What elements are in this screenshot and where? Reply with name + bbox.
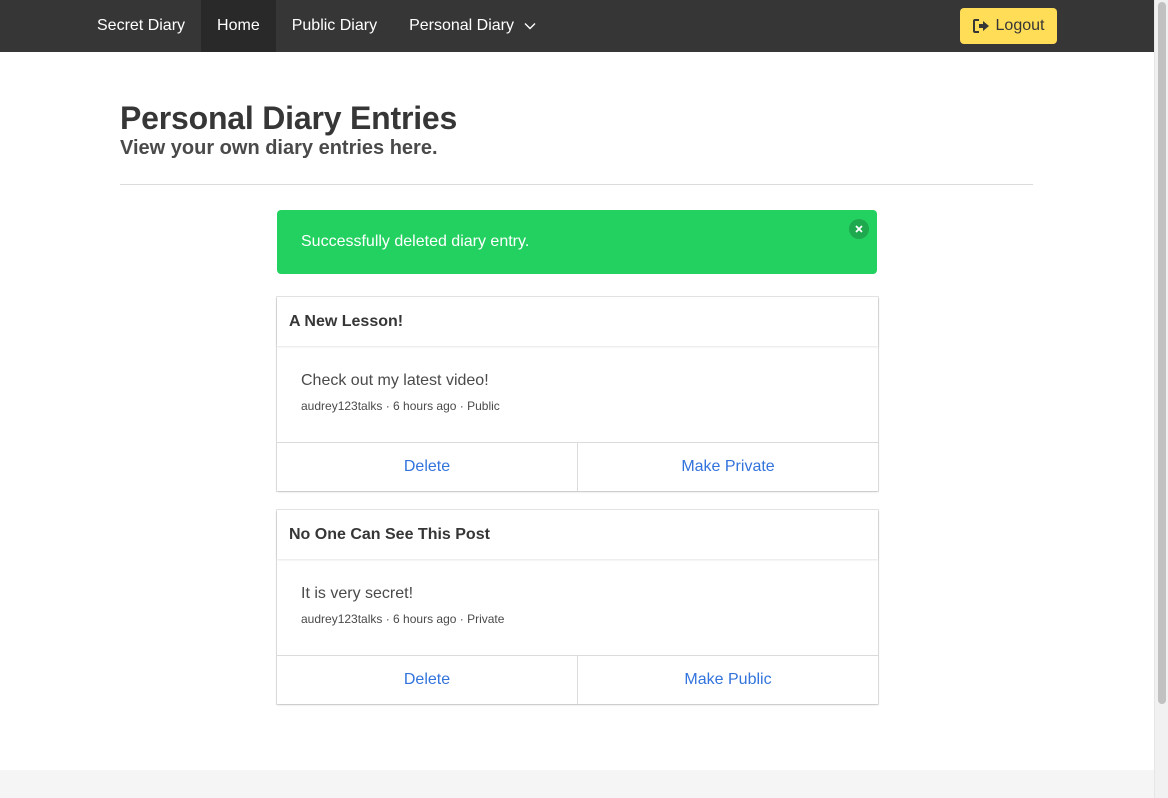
make-private-button[interactable]: Make Private xyxy=(577,443,878,491)
sign-out-icon xyxy=(972,19,990,33)
page-title: Personal Diary Entries xyxy=(120,100,458,136)
logout-label: Logout xyxy=(995,17,1045,34)
scrollbar-thumb[interactable] xyxy=(1158,2,1166,704)
nav-item-personal-diary[interactable]: Personal Diary xyxy=(393,0,552,52)
delete-button[interactable]: Delete xyxy=(277,443,577,491)
header-divider xyxy=(120,184,1033,185)
entry-actions: Delete Make Public xyxy=(277,655,878,704)
nav-item-home[interactable]: Home xyxy=(201,0,276,52)
navbar-menu: Secret Diary Home Public Diary Personal … xyxy=(81,0,552,52)
make-public-button[interactable]: Make Public xyxy=(577,656,878,704)
diary-entry-card: No One Can See This Post It is very secr… xyxy=(277,510,878,704)
nav-item-personal-diary-label: Personal Diary xyxy=(409,17,515,34)
delete-button[interactable]: Delete xyxy=(277,656,577,704)
entry-body: Check out my latest video! xyxy=(301,372,489,389)
entry-content: It is very secret! audrey123talks · 6 ho… xyxy=(277,559,878,655)
vertical-scrollbar[interactable] xyxy=(1154,0,1168,798)
navbar-brand[interactable]: Secret Diary xyxy=(81,0,201,52)
entry-content: Check out my latest video! audrey123talk… xyxy=(277,346,878,442)
entry-meta: audrey123talks · 6 hours ago · Public xyxy=(301,399,500,413)
diary-entry-card: A New Lesson! Check out my latest video!… xyxy=(277,297,878,491)
notification-message: Successfully deleted diary entry. xyxy=(301,233,530,250)
entry-title: A New Lesson! xyxy=(277,297,878,346)
entry-actions: Delete Make Private xyxy=(277,442,878,491)
navbar: Secret Diary Home Public Diary Personal … xyxy=(0,0,1154,52)
entry-meta: audrey123talks · 6 hours ago · Private xyxy=(301,612,505,626)
entry-body: It is very secret! xyxy=(301,585,414,602)
logout-button[interactable]: Logout xyxy=(960,8,1057,44)
entry-title: No One Can See This Post xyxy=(277,510,878,559)
success-notification: Successfully deleted diary entry. xyxy=(277,210,877,274)
close-icon[interactable] xyxy=(849,219,869,239)
page-subtitle: View your own diary entries here. xyxy=(120,137,438,159)
chevron-down-icon xyxy=(524,22,536,30)
nav-item-public-diary[interactable]: Public Diary xyxy=(276,0,393,52)
navbar-end: Logout xyxy=(960,8,1057,44)
page-footer xyxy=(0,770,1154,798)
